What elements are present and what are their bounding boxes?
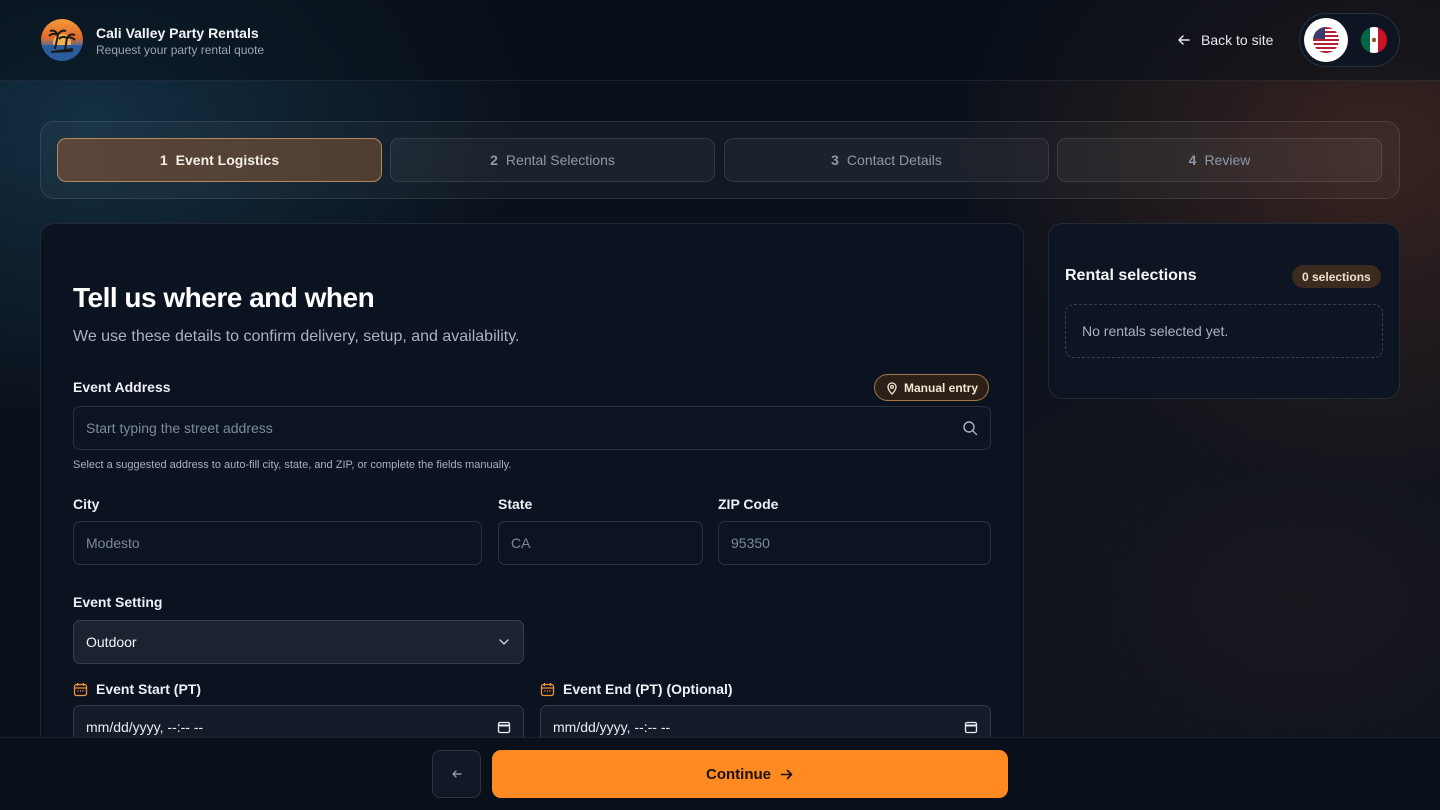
- step-label: Review: [1204, 152, 1251, 168]
- mexico-flag-icon: [1361, 27, 1387, 53]
- event-start-label-group: Event Start (PT): [73, 681, 201, 697]
- event-end-label-group: Event End (PT) (Optional): [540, 681, 733, 697]
- page-title: Tell us where and when: [73, 282, 375, 313]
- selections-count-badge: 0 selections: [1292, 265, 1381, 288]
- brand-title: Cali Valley Party Rentals: [96, 25, 259, 41]
- zip-label: ZIP Code: [718, 496, 779, 512]
- continue-label: Continue: [706, 765, 771, 783]
- step-contact-details[interactable]: 3 Contact Details: [724, 138, 1049, 182]
- address-help-text: Select a suggested address to auto-fill …: [73, 459, 512, 471]
- manual-entry-label: Manual entry: [904, 380, 979, 395]
- arrow-left-icon: [451, 770, 462, 778]
- brand-logo[interactable]: [41, 19, 83, 61]
- step-number: 2: [490, 152, 498, 168]
- empty-selections-message: No rentals selected yet.: [1065, 304, 1383, 358]
- event-start-label: Event Start (PT): [96, 681, 202, 697]
- zip-input[interactable]: 95350: [718, 521, 991, 565]
- step-label: Event Logistics: [175, 152, 280, 168]
- step-number: 1: [159, 152, 168, 168]
- event-setting-label: Event Setting: [73, 594, 163, 610]
- manual-entry-button[interactable]: Manual entry: [874, 374, 990, 401]
- step-number: 4: [1188, 152, 1197, 168]
- event-setting-value: Outdoor: [86, 634, 137, 650]
- previous-button[interactable]: [432, 750, 481, 798]
- arrow-left-icon: [1178, 35, 1190, 45]
- state-placeholder: CA: [511, 535, 531, 551]
- language-switcher: [1299, 13, 1400, 67]
- step-label: Rental Selections: [505, 152, 615, 168]
- event-setting-select[interactable]: Outdoor: [73, 620, 524, 664]
- city-placeholder: Modesto: [86, 535, 140, 551]
- rental-selections-title: Rental selections: [1065, 267, 1197, 284]
- page-subtitle: We use these details to confirm delivery…: [73, 328, 520, 345]
- step-event-logistics[interactable]: 1 Event Logistics: [57, 138, 382, 182]
- calendar-icon: [540, 682, 555, 696]
- calendar-picker-icon[interactable]: [497, 720, 511, 734]
- language-spanish-button[interactable]: [1352, 18, 1396, 62]
- city-label: City: [73, 496, 100, 512]
- event-end-value: mm/dd/yyyy, --:-- --: [553, 719, 671, 735]
- step-number: 3: [831, 152, 839, 168]
- palm-sunset-icon: [41, 29, 83, 61]
- arrow-right-icon: [780, 769, 793, 779]
- calendar-icon: [73, 682, 88, 696]
- zip-placeholder: 95350: [731, 535, 770, 551]
- step-label: Contact Details: [846, 152, 942, 168]
- state-input[interactable]: CA: [498, 521, 703, 565]
- event-address-placeholder: Start typing the street address: [86, 420, 273, 436]
- state-label: State: [498, 496, 533, 512]
- map-pin-icon: [887, 381, 897, 395]
- back-to-site-label: Back to site: [1201, 32, 1274, 48]
- step-review[interactable]: 4 Review: [1057, 138, 1382, 182]
- brand-subtitle: Request your party rental quote: [96, 43, 265, 57]
- continue-button[interactable]: Continue: [492, 750, 1008, 798]
- back-to-site-link[interactable]: Back to site: [1176, 30, 1273, 50]
- event-end-label: Event End (PT) (Optional): [563, 681, 733, 697]
- search-icon: [963, 421, 978, 436]
- event-address-input[interactable]: Start typing the street address: [73, 406, 991, 450]
- chevron-down-icon: [499, 639, 509, 645]
- language-english-button[interactable]: [1304, 18, 1348, 62]
- step-rental-selections[interactable]: 2 Rental Selections: [390, 138, 715, 182]
- city-input[interactable]: Modesto: [73, 521, 482, 565]
- event-start-value: mm/dd/yyyy, --:-- --: [86, 719, 204, 735]
- calendar-picker-icon[interactable]: [964, 720, 978, 734]
- us-flag-icon: [1313, 27, 1339, 53]
- event-address-label: Event Address: [73, 379, 171, 395]
